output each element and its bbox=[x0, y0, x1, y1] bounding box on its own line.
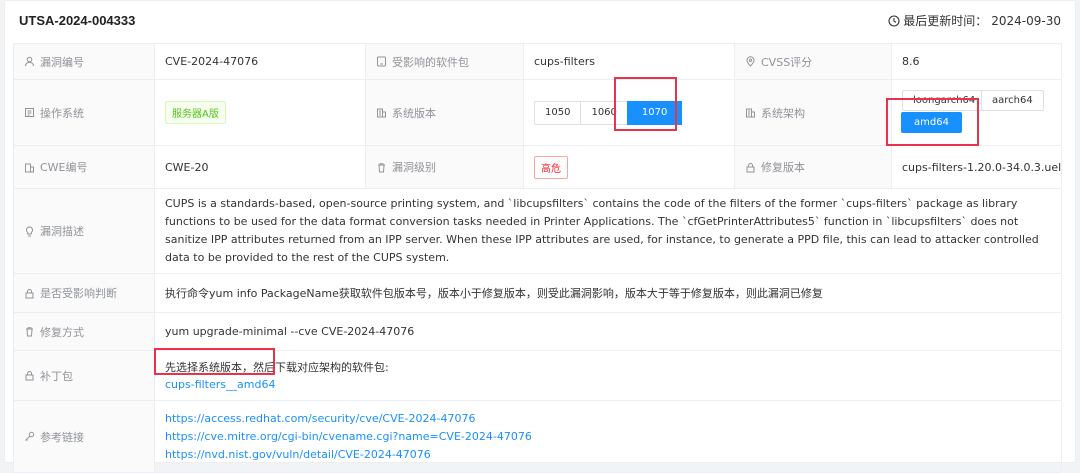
table-row: CWE编号 CWE-20 漏洞级别 高危 修复版本 cups-filters-1… bbox=[13, 145, 1062, 189]
affected-package-value: cups-filters bbox=[523, 43, 735, 80]
trash-icon bbox=[24, 326, 35, 337]
architecture-icon bbox=[745, 107, 756, 118]
cwe-icon bbox=[24, 162, 35, 173]
patch-download-link[interactable]: cups-filters__amd64 bbox=[165, 376, 1051, 393]
table-row: 参考链接 https://access.redhat.com/security/… bbox=[13, 400, 1062, 473]
bulb-icon bbox=[24, 225, 35, 237]
cwe-label: CWE编号 bbox=[40, 161, 88, 174]
vuln-id-value: CVE-2024-47076 bbox=[154, 43, 366, 80]
table-row: 漏洞描述 CUPS is a standards-based, open-sou… bbox=[13, 188, 1062, 274]
trash-icon bbox=[376, 162, 387, 173]
arch-label: 系统架构 bbox=[761, 106, 805, 120]
vuln-id-label: 漏洞编号 bbox=[40, 55, 84, 69]
arch-option-amd64[interactable]: amd64 bbox=[901, 111, 962, 133]
vulnerability-info-table: 漏洞编号 CVE-2024-47076 受影响的软件包 cups-filters… bbox=[13, 43, 1062, 473]
lock-icon bbox=[24, 288, 35, 299]
lock-icon bbox=[745, 162, 756, 173]
os-tag: 服务器A版 bbox=[165, 101, 226, 124]
impact-check-value: 执行命令yum info PackageName获取软件包版本号，版本小于修复版… bbox=[154, 273, 1062, 313]
impact-check-label: 是否受影响判断 bbox=[40, 287, 117, 300]
description-value: CUPS is a standards-based, open-source p… bbox=[154, 188, 1062, 274]
version-option-1060[interactable]: 1060 bbox=[580, 100, 628, 125]
reference-link[interactable]: https://cve.mitre.org/cgi-bin/cvename.cg… bbox=[165, 428, 1051, 446]
last-update-label: 最后更新时间： bbox=[903, 14, 988, 28]
os-label: 操作系统 bbox=[40, 106, 84, 120]
affected-package-label: 受影响的软件包 bbox=[392, 55, 469, 69]
last-update-value: 2024-09-30 bbox=[991, 13, 1061, 28]
reference-link[interactable]: https://access.redhat.com/security/cve/C… bbox=[165, 410, 1051, 428]
patch-hint: 先选择系统版本，然后下载对应架构的软件包: bbox=[165, 360, 389, 374]
user-icon bbox=[24, 56, 35, 67]
fix-version-value: cups-filters-1.20.0-34.0.3.uelc20 bbox=[891, 145, 1062, 189]
table-row: 操作系统 服务器A版 系统版本 1050 1060 1070 系统架构 loon… bbox=[13, 79, 1062, 146]
patch-label: 补丁包 bbox=[40, 369, 73, 383]
building-icon bbox=[376, 107, 387, 118]
os-version-label: 系统版本 bbox=[392, 106, 436, 120]
fix-method-label: 修复方式 bbox=[40, 325, 84, 339]
os-version-selector: 1050 1060 1070 bbox=[534, 100, 683, 125]
fix-method-value: yum upgrade-minimal --cve CVE-2024-47076 bbox=[154, 312, 1062, 351]
table-row: 漏洞编号 CVE-2024-47076 受影响的软件包 cups-filters… bbox=[13, 43, 1062, 80]
advisory-id-title: UTSA-2024-004333 bbox=[19, 13, 136, 28]
arch-selector: loongarch64 aarch64 amd64 bbox=[901, 89, 1051, 136]
table-row: 是否受影响判断 执行命令yum info PackageName获取软件包版本号… bbox=[13, 273, 1062, 313]
arch-option-aarch64[interactable]: aarch64 bbox=[981, 89, 1044, 111]
severity-tag: 高危 bbox=[534, 155, 568, 179]
arch-option-loongarch64[interactable]: loongarch64 bbox=[902, 89, 987, 111]
cvss-value: 8.6 bbox=[891, 43, 1062, 80]
fix-version-label: 修复版本 bbox=[761, 161, 805, 174]
severity-label: 漏洞级别 bbox=[392, 161, 436, 174]
cwe-value: CWE-20 bbox=[154, 145, 366, 189]
version-option-1070[interactable]: 1070 bbox=[626, 100, 683, 125]
key-icon bbox=[24, 431, 35, 442]
os-icon bbox=[24, 107, 35, 118]
patch-icon bbox=[24, 370, 35, 381]
cvss-label: CVSS评分 bbox=[761, 55, 813, 69]
last-update: 最后更新时间： 2024-09-30 bbox=[888, 12, 1061, 29]
description-label: 漏洞描述 bbox=[40, 225, 84, 238]
location-icon bbox=[745, 56, 756, 67]
version-option-1050[interactable]: 1050 bbox=[534, 100, 582, 125]
reference-link[interactable]: https://nvd.nist.gov/vuln/detail/CVE-202… bbox=[165, 446, 1051, 464]
table-row: 修复方式 yum upgrade-minimal --cve CVE-2024-… bbox=[13, 312, 1062, 351]
clock-icon bbox=[888, 15, 900, 27]
references-label: 参考链接 bbox=[40, 430, 84, 444]
package-icon bbox=[376, 56, 387, 67]
table-row: 补丁包 先选择系统版本，然后下载对应架构的软件包: cups-filters__… bbox=[13, 350, 1062, 401]
